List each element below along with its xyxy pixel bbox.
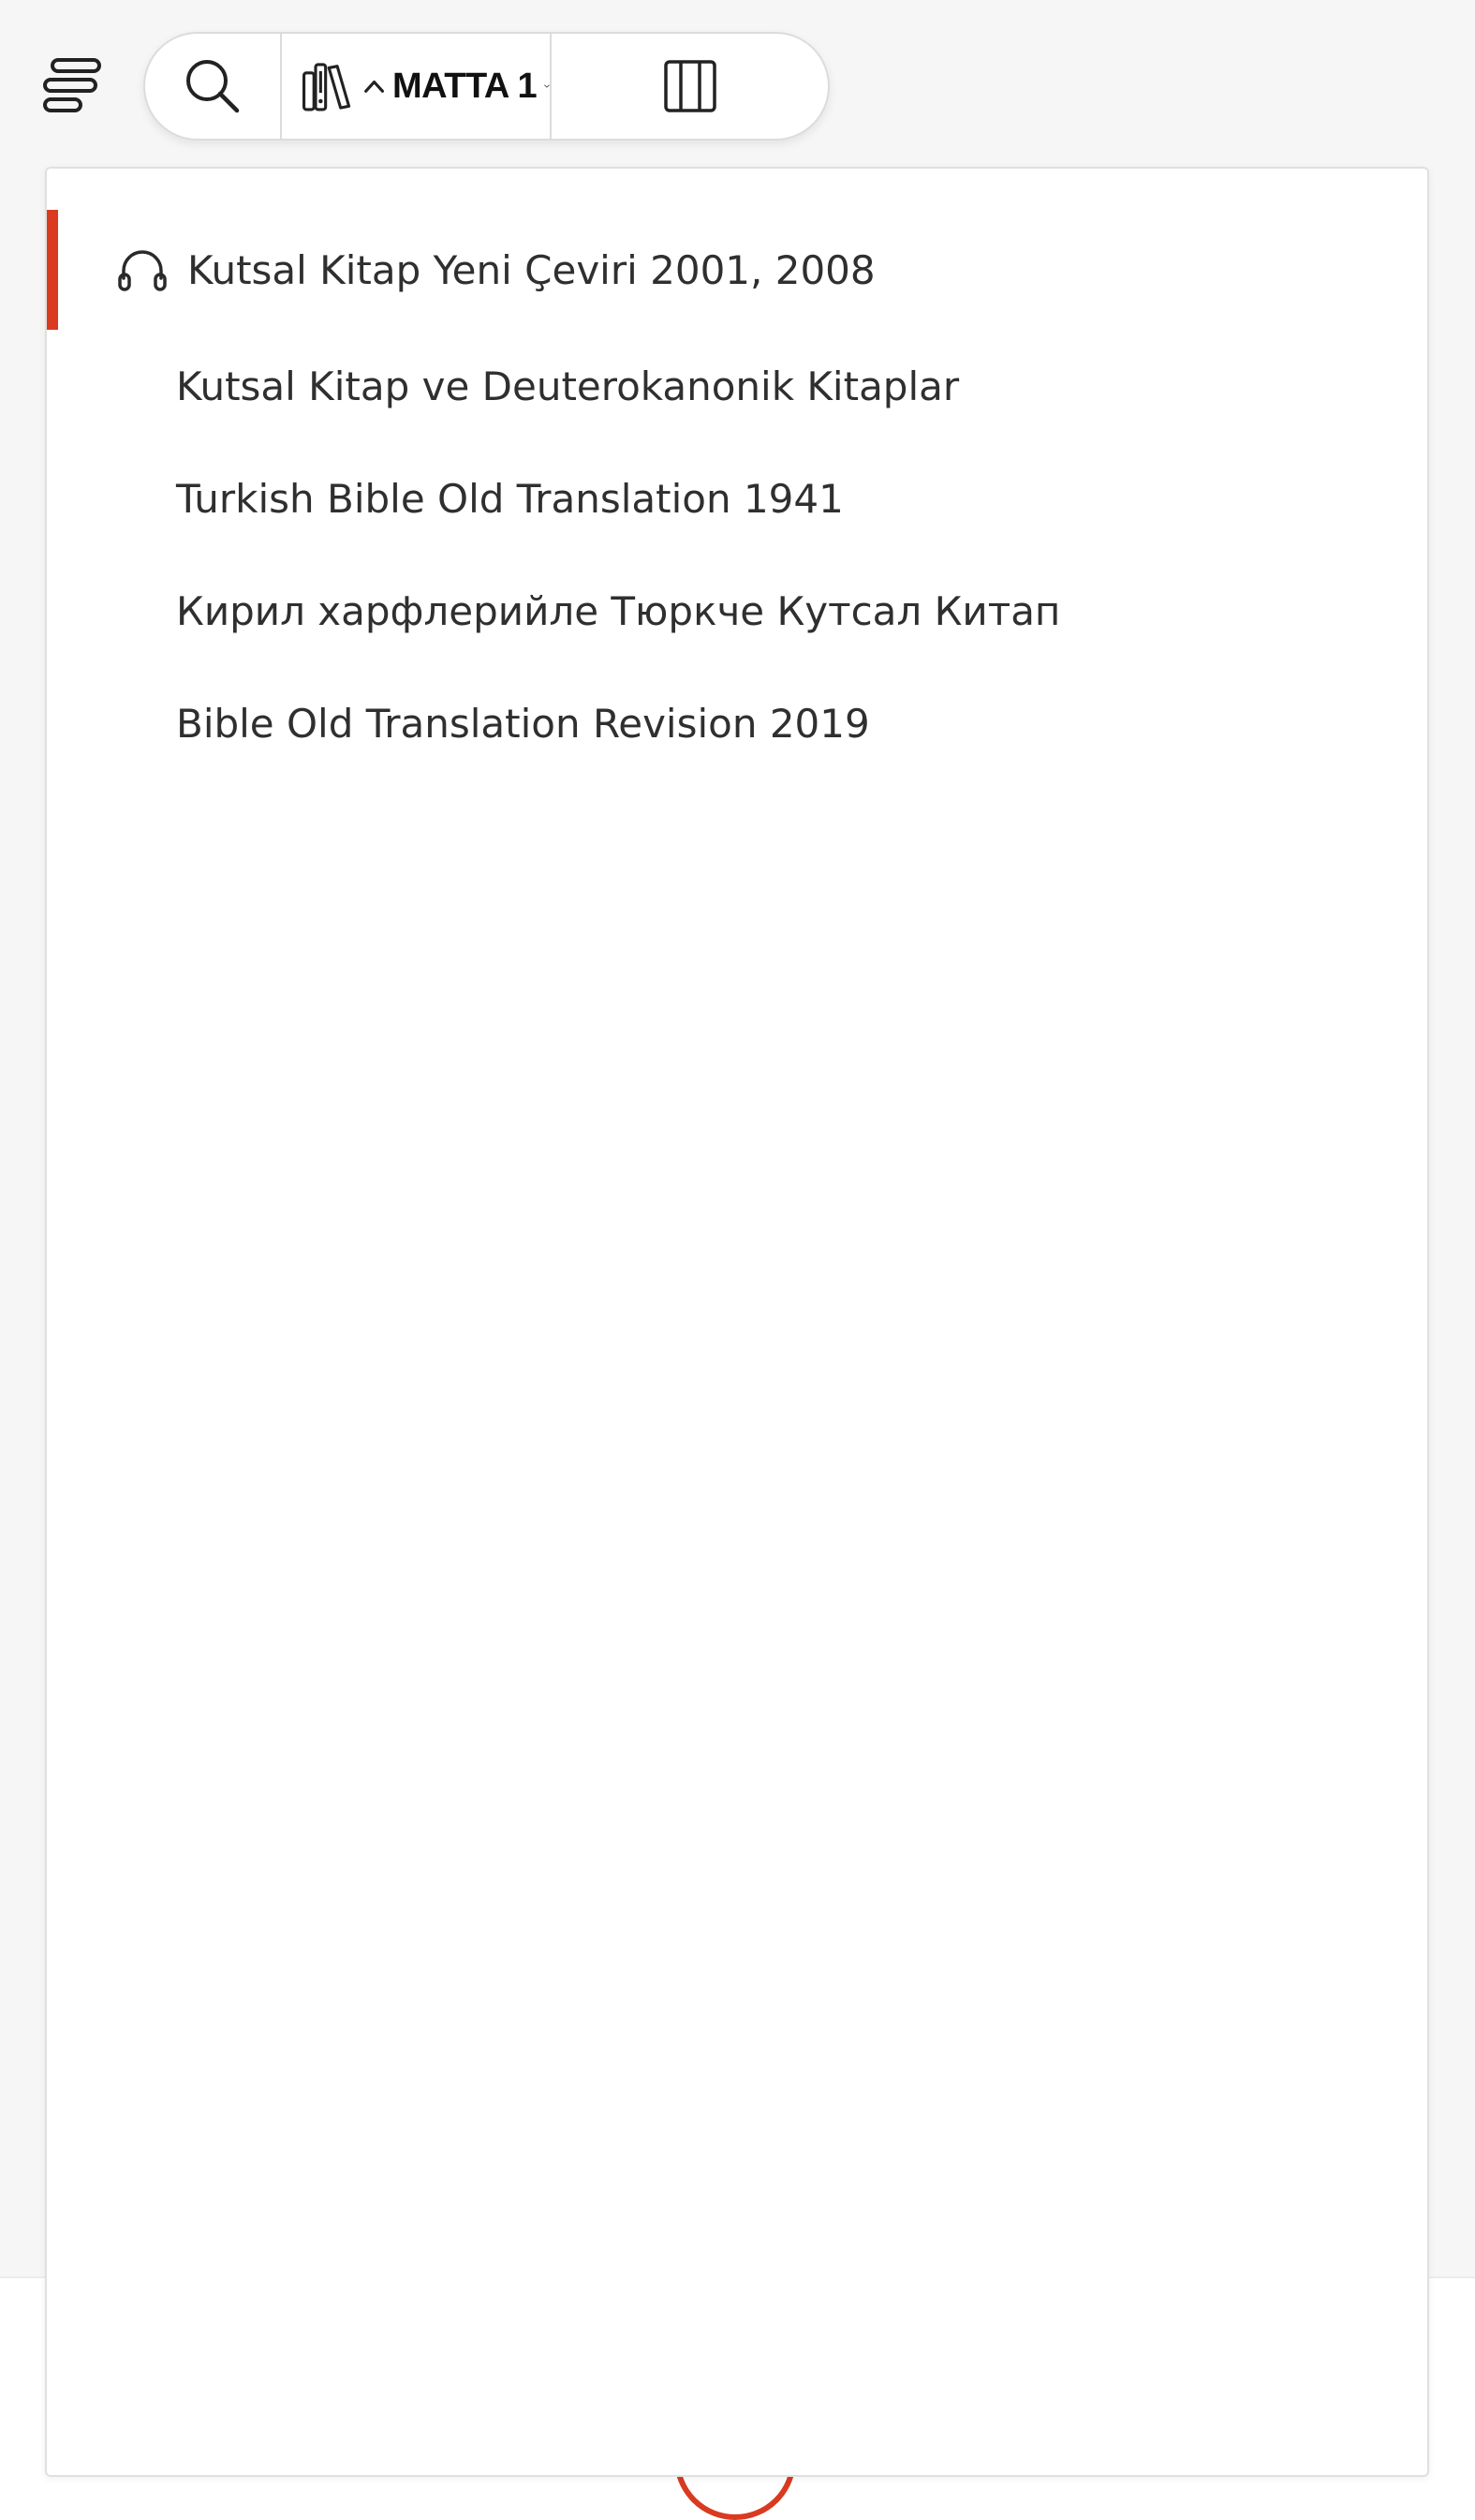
search-button[interactable] bbox=[145, 34, 282, 139]
book-chapter-picker[interactable]: MATTA 1 bbox=[385, 34, 552, 139]
reader-toolbar: MATTA 1 bbox=[143, 32, 830, 141]
version-item[interactable]: Turkish Bible Old Translation 1941 bbox=[47, 442, 1427, 555]
library-books-icon bbox=[302, 63, 351, 111]
version-label: Kutsal Kitap Yeni Çeviri 2001, 2008 bbox=[187, 246, 876, 293]
version-list: Kutsal Kitap Yeni Çeviri 2001, 2008 Kuts… bbox=[47, 210, 1427, 779]
version-item[interactable]: Bible Old Translation Revision 2019 bbox=[47, 667, 1427, 779]
version-picker-button[interactable] bbox=[282, 34, 385, 139]
chevron-up-icon bbox=[364, 81, 384, 93]
version-label: Turkish Bible Old Translation 1941 bbox=[176, 475, 844, 522]
parallel-columns-icon bbox=[663, 60, 716, 112]
menu-button[interactable] bbox=[41, 54, 105, 118]
version-label: Кирил харфлерийле Тюркче Кутсал Китап bbox=[176, 587, 1061, 634]
search-icon bbox=[186, 60, 240, 113]
version-label: Bible Old Translation Revision 2019 bbox=[176, 700, 870, 747]
parallel-view-button[interactable] bbox=[552, 34, 828, 139]
book-chapter-label: MATTA 1 bbox=[392, 66, 538, 106]
version-item-selected[interactable]: Kutsal Kitap Yeni Çeviri 2001, 2008 bbox=[47, 210, 1427, 330]
version-dropdown-panel: Kutsal Kitap Yeni Çeviri 2001, 2008 Kuts… bbox=[45, 167, 1429, 2477]
version-item[interactable]: Kutsal Kitap ve Deuterokanonik Kitaplar bbox=[47, 330, 1427, 442]
menu-lines-icon bbox=[43, 58, 101, 112]
headphones-icon bbox=[116, 245, 172, 294]
version-item[interactable]: Кирил харфлерийле Тюркче Кутсал Китап bbox=[47, 555, 1427, 667]
chevron-down-icon bbox=[544, 84, 550, 88]
version-label: Kutsal Kitap ve Deuterokanonik Kitaplar bbox=[176, 363, 960, 409]
